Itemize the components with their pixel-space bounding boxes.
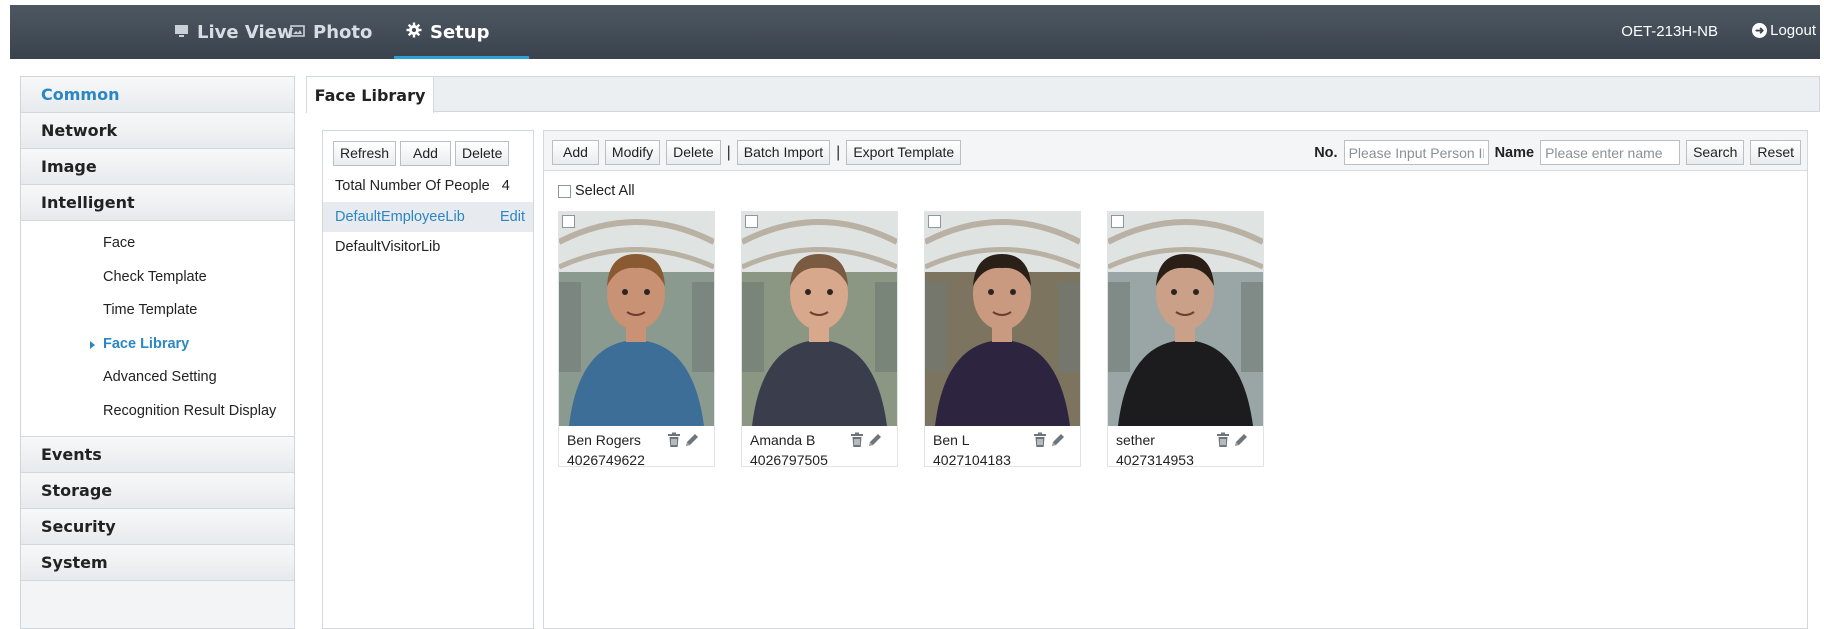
nav-tab-setup[interactable]: Setup	[393, 5, 531, 59]
logout-label: Logout	[1770, 22, 1816, 39]
trash-icon[interactable]	[1032, 432, 1048, 448]
trash-icon[interactable]	[1215, 432, 1231, 448]
add-library-button[interactable]: Add	[400, 141, 451, 166]
face-photo	[925, 212, 1080, 426]
menu-category-network[interactable]: Network	[21, 113, 294, 149]
batch-import-button[interactable]: Batch Import	[736, 140, 831, 165]
menu-category-common[interactable]: Common	[21, 77, 294, 113]
face-card-checkbox[interactable]	[928, 215, 941, 228]
face-card-checkbox[interactable]	[562, 215, 575, 228]
submenu-item-face[interactable]: Face	[21, 227, 294, 261]
monitor-icon	[174, 22, 189, 43]
tab-face-library[interactable]: Face Library	[306, 76, 434, 113]
trash-icon[interactable]	[666, 432, 682, 448]
delete-library-button[interactable]: Delete	[454, 141, 510, 166]
menu-category-events[interactable]: Events	[21, 437, 294, 473]
face-photo	[559, 212, 714, 426]
content-tab-bar	[306, 76, 1820, 112]
select-all-label: Select All	[575, 183, 635, 199]
library-name: DefaultEmployeeLib	[335, 209, 465, 225]
person-no-label: No.	[1314, 144, 1338, 161]
person-number: 4026797505	[750, 452, 828, 468]
library-item-default-visitor[interactable]: DefaultVisitorLib	[323, 232, 533, 262]
nav-tab-label: Setup	[430, 21, 490, 43]
pencil-icon[interactable]	[1050, 432, 1066, 448]
total-people-count: 4	[501, 178, 510, 194]
select-all[interactable]: Select All	[558, 183, 635, 199]
menu-category-intelligent[interactable]: Intelligent	[21, 185, 294, 221]
reset-button[interactable]: Reset	[1750, 140, 1801, 165]
intelligent-submenu: Face Check Template Time Template Face L…	[21, 221, 294, 437]
select-all-checkbox[interactable]	[558, 184, 571, 198]
nav-tab-photo[interactable]: Photo	[290, 5, 372, 59]
top-navigation-bar: Live View Photo Setup OET-213H-NB ➜ Logo…	[10, 5, 1820, 59]
pencil-icon[interactable]	[1233, 432, 1249, 448]
pencil-icon[interactable]	[867, 432, 883, 448]
library-item-default-employee[interactable]: DefaultEmployeeLib Edit	[323, 202, 533, 232]
nav-tab-label: Live View	[197, 21, 294, 43]
submenu-item-face-library[interactable]: Face Library	[21, 328, 294, 362]
export-template-button[interactable]: Export Template	[846, 140, 962, 165]
face-photo	[1108, 212, 1263, 426]
menu-category-system[interactable]: System	[21, 545, 294, 581]
menu-category-security[interactable]: Security	[21, 509, 294, 545]
submenu-item-time-template[interactable]: Time Template	[21, 294, 294, 328]
total-people-label: Total Number Of People	[335, 178, 490, 194]
person-number: 4026749622	[567, 452, 645, 468]
face-card[interactable]: sether 4027314953	[1107, 211, 1264, 468]
delete-person-button[interactable]: Delete	[666, 140, 721, 165]
face-card[interactable]: Ben Rogers 4026749622	[558, 211, 715, 468]
face-card-list: Ben Rogers 4026749622 Amanda B 402679750…	[558, 211, 1264, 468]
menu-category-storage[interactable]: Storage	[21, 473, 294, 509]
device-name: OET-213H-NB	[1621, 23, 1718, 40]
toolbar-separator: |	[726, 143, 731, 161]
search-button[interactable]: Search	[1686, 140, 1745, 165]
logout-button[interactable]: ➜ Logout	[1752, 22, 1816, 39]
submenu-item-recognition-result-display[interactable]: Recognition Result Display	[21, 395, 294, 429]
library-list-panel: Refresh Add Delete Total Number Of Peopl…	[322, 130, 534, 629]
person-name-label: Name	[1494, 144, 1535, 161]
nav-tab-live-view[interactable]: Live View	[174, 5, 293, 59]
menu-category-image[interactable]: Image	[21, 149, 294, 185]
submenu-item-check-template[interactable]: Check Template	[21, 261, 294, 295]
person-number: 4027104183	[933, 452, 1011, 468]
photo-icon	[290, 22, 305, 43]
person-no-input[interactable]	[1343, 140, 1489, 165]
trash-icon[interactable]	[849, 432, 865, 448]
settings-sidebar: Common Network Image Intelligent Face Ch…	[20, 76, 295, 629]
library-toolbar: Refresh Add Delete	[323, 131, 533, 166]
gear-icon	[406, 22, 422, 43]
edit-library-link[interactable]: Edit	[500, 202, 525, 232]
face-card-checkbox[interactable]	[1111, 215, 1124, 228]
arrow-right-icon: ➜	[1752, 23, 1768, 38]
add-person-button[interactable]: Add	[552, 140, 599, 165]
person-name-input[interactable]	[1540, 140, 1681, 165]
face-card[interactable]: Ben L 4027104183	[924, 211, 1081, 468]
total-people: Total Number Of People 4	[323, 166, 533, 194]
face-card-checkbox[interactable]	[745, 215, 758, 228]
person-number: 4027314953	[1116, 452, 1194, 468]
pencil-icon[interactable]	[684, 432, 700, 448]
library-name: DefaultVisitorLib	[335, 239, 441, 255]
submenu-item-advanced-setting[interactable]: Advanced Setting	[21, 361, 294, 395]
face-list-panel: Add Modify Delete | Batch Import | Expor…	[543, 130, 1808, 629]
face-photo	[742, 212, 897, 426]
refresh-button[interactable]: Refresh	[333, 141, 397, 166]
nav-tab-label: Photo	[313, 21, 373, 43]
face-toolbar: Add Modify Delete | Batch Import | Expor…	[544, 131, 1807, 171]
toolbar-separator: |	[836, 143, 841, 161]
modify-person-button[interactable]: Modify	[604, 140, 661, 165]
face-card[interactable]: Amanda B 4026797505	[741, 211, 898, 468]
